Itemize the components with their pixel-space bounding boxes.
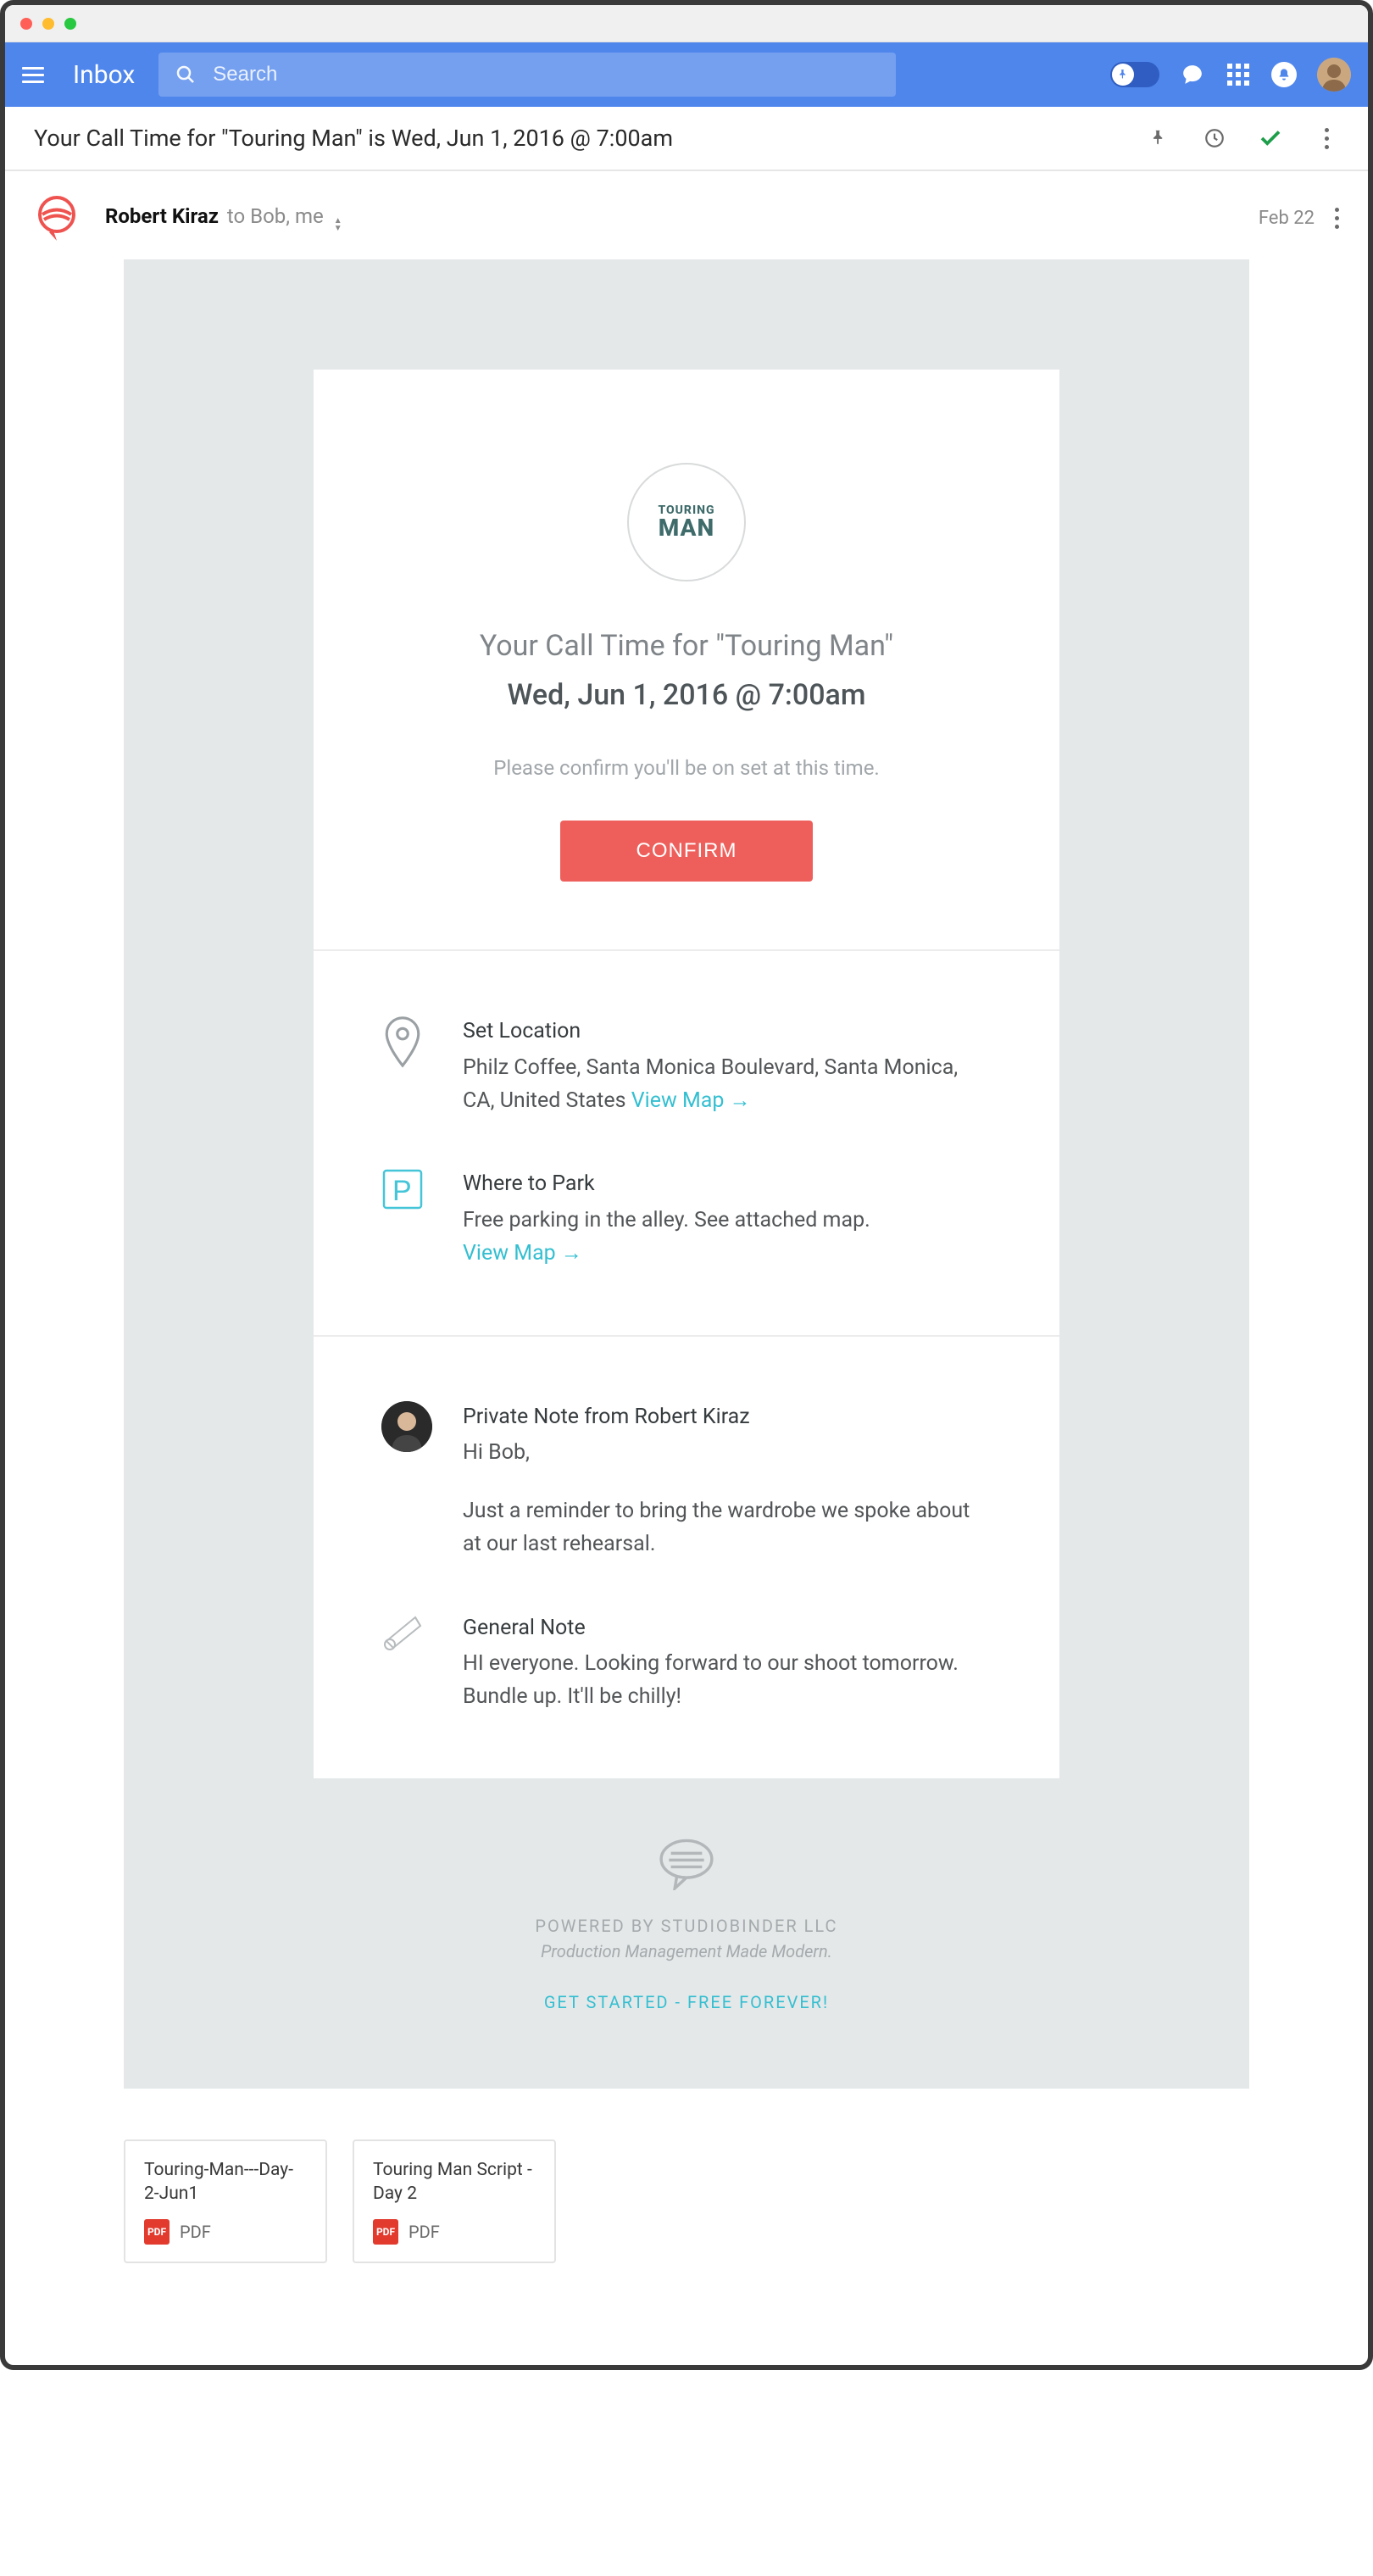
call-time-title: Your Call Time for "Touring Man" [373,629,1000,663]
footer-powered-by: POWERED BY STUDIOBINDER LLC [124,1916,1249,1936]
attachment-type: PDF [180,2222,211,2242]
location-heading: Set Location [463,1015,992,1049]
confirm-prompt: Please confirm you'll be on set at this … [373,756,1000,780]
production-logo: TOURING MAN [627,463,746,581]
location-map-link[interactable]: View Map → [631,1088,751,1113]
megaphone-icon [381,1612,429,1714]
call-time-section: TOURING MAN Your Call Time for "Touring … [314,370,1059,951]
close-window-button[interactable] [20,18,32,30]
search-icon [175,64,196,85]
footer-logo-icon [124,1838,1249,1890]
private-note-heading: Private Note from Robert Kiraz [463,1401,992,1434]
more-actions-icon[interactable] [1314,125,1339,151]
sender-row: Robert Kiraz to Bob, me ▲▼ Feb 22 [5,171,1368,259]
sender-avatar-icon [34,195,80,241]
minimize-window-button[interactable] [42,18,54,30]
general-note-body: HI everyone. Looking forward to our shoo… [463,1648,992,1714]
notifications-icon[interactable] [1271,62,1297,87]
attachment-item[interactable]: Touring Man Script - Day 2 PDF PDF [353,2139,556,2264]
svg-text:P: P [392,1175,412,1207]
attachment-type: PDF [409,2222,440,2242]
snooze-icon[interactable] [1202,125,1227,151]
pdf-icon: PDF [144,2219,170,2245]
pin-icon [1112,64,1134,86]
menu-button[interactable] [22,61,49,88]
location-pin-icon [381,1015,429,1117]
account-avatar[interactable] [1317,58,1351,92]
pdf-icon: PDF [373,2219,398,2245]
footer-cta-link[interactable]: GET STARTED - FREE FOREVER! [124,1992,1249,2012]
notes-section: Private Note from Robert Kiraz Hi Bob, J… [314,1337,1059,1778]
app-header: Inbox [5,42,1368,107]
maximize-window-button[interactable] [64,18,76,30]
sender-name: Robert Kiraz [105,204,219,228]
pin-action-icon[interactable] [1146,125,1171,151]
confirm-button[interactable]: CONFIRM [560,821,814,882]
sender-recipients: to Bob, me [227,204,324,228]
parking-map-link[interactable]: View Map → [463,1241,582,1266]
attachment-name: Touring Man Script - Day 2 [373,2158,536,2206]
pin-toggle[interactable] [1110,62,1159,87]
search-box[interactable] [158,53,896,97]
message-more-icon[interactable] [1335,208,1339,229]
attachment-item[interactable]: Touring-Man---Day-2-Jun1 PDF PDF [124,2139,327,2264]
general-note-heading: General Note [463,1612,992,1645]
parking-icon: P [381,1168,429,1270]
parking-heading: Where to Park [463,1168,992,1201]
location-section: Set Location Philz Coffee, Santa Monica … [314,951,1059,1337]
attachments-row: Touring-Man---Day-2-Jun1 PDF PDF Touring… [5,2089,1368,2366]
search-input[interactable] [213,63,879,86]
chat-icon[interactable] [1180,62,1205,87]
window-titlebar [5,5,1368,42]
expand-recipients-icon[interactable]: ▲▼ [334,218,342,232]
call-time-datetime: Wed, Jun 1, 2016 @ 7:00am [373,678,1000,712]
footer-tagline: Production Management Made Modern. [124,1941,1249,1961]
app-title: Inbox [73,60,135,90]
email-footer: POWERED BY STUDIOBINDER LLC Production M… [124,1778,1249,2012]
email-card: TOURING MAN Your Call Time for "Touring … [314,370,1059,1778]
attachment-name: Touring-Man---Day-2-Jun1 [144,2158,307,2206]
done-icon[interactable] [1258,125,1283,151]
author-avatar [381,1401,429,1561]
sent-date: Feb 22 [1259,208,1315,229]
subject-bar: Your Call Time for "Touring Man" is Wed,… [5,107,1368,171]
parking-body: Free parking in the alley. See attached … [463,1205,992,1238]
private-note-body: Just a reminder to bring the wardrobe we… [463,1495,992,1561]
apps-icon[interactable] [1226,62,1251,87]
email-body-area: TOURING MAN Your Call Time for "Touring … [124,259,1249,2089]
private-note-greeting: Hi Bob, [463,1437,992,1470]
email-subject: Your Call Time for "Touring Man" is Wed,… [34,125,673,152]
